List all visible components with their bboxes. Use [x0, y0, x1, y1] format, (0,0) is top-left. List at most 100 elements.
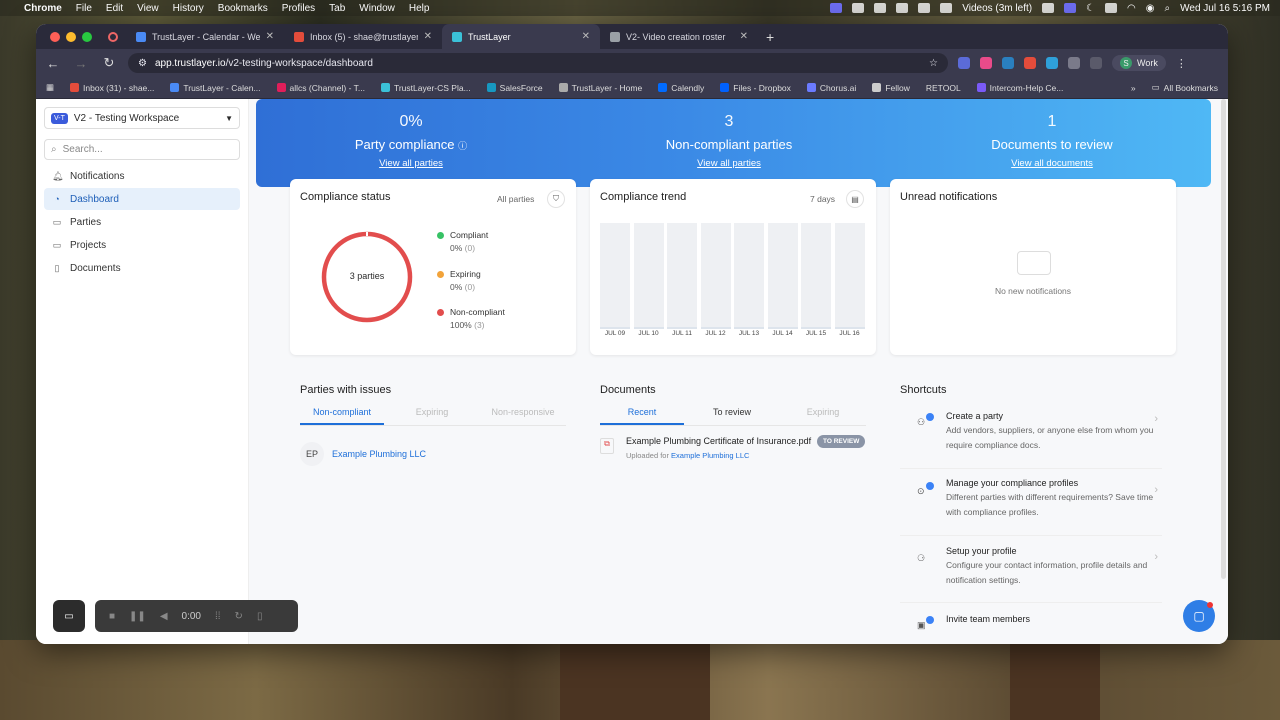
parties-filter-label[interactable]: All parties	[497, 194, 534, 204]
browser-tab[interactable]: TrustLayer - Calendar - Week ✕	[126, 24, 284, 49]
bookmark-star-icon[interactable]: ☆	[929, 58, 938, 69]
battery-icon[interactable]	[1105, 3, 1118, 13]
bookmark-item[interactable]: TrustLayer - Home	[558, 83, 642, 93]
kebab-menu-icon[interactable]: ⋮	[1176, 57, 1187, 70]
view-all-parties-link[interactable]: View all parties	[599, 158, 859, 169]
tab-non-responsive[interactable]: Non-responsive	[480, 407, 566, 425]
browser-tab-active[interactable]: TrustLayer ✕	[442, 24, 600, 49]
menubar-app-icon[interactable]	[896, 3, 909, 13]
party-row[interactable]: EP Example Plumbing LLC	[300, 442, 426, 466]
pause-icon[interactable]: ❚❚	[129, 611, 146, 622]
more-bookmarks-icon[interactable]: »	[1131, 83, 1136, 93]
party-link[interactable]: Example Plumbing LLC	[671, 451, 749, 460]
bookmark-item[interactable]: SalesForce	[486, 83, 543, 93]
all-bookmarks-button[interactable]: ▭ All Bookmarks	[1152, 82, 1218, 93]
browser-tab[interactable]: V2- Video creation roster ✕	[600, 24, 758, 49]
menu-view[interactable]: View	[137, 3, 159, 14]
shortcut-create-party[interactable]: ⚇ Create a party Add vendors, suppliers,…	[900, 403, 1162, 469]
scrollbar[interactable]	[1221, 99, 1226, 579]
trend-bar[interactable]	[834, 223, 865, 329]
sidebar-item-documents[interactable]: ▯ Documents	[44, 257, 240, 279]
trend-bar[interactable]	[767, 223, 798, 329]
document-name[interactable]: Example Plumbing Certificate of Insuranc…	[626, 436, 811, 446]
site-info-icon[interactable]: ⚙	[138, 58, 147, 69]
screen-share-icon[interactable]	[830, 3, 843, 13]
extension-icon[interactable]	[980, 57, 992, 69]
calendar-icon[interactable]: ▤	[846, 190, 864, 208]
menu-history[interactable]: History	[173, 3, 204, 14]
trend-bar[interactable]	[633, 223, 664, 329]
trend-bar[interactable]	[801, 223, 831, 329]
view-all-documents-link[interactable]: View all documents	[922, 158, 1182, 169]
extension-icon[interactable]	[1046, 57, 1058, 69]
tab-expiring[interactable]: Expiring	[780, 407, 866, 425]
search-icon[interactable]: ⌕	[1165, 3, 1171, 14]
back-icon[interactable]: ←	[44, 56, 62, 71]
close-tab-icon[interactable]: ✕	[582, 31, 590, 42]
side-panel-icon[interactable]	[1090, 57, 1102, 69]
wifi-icon[interactable]: ◠	[1127, 3, 1136, 14]
menu-bookmarks[interactable]: Bookmarks	[218, 3, 268, 14]
reload-icon[interactable]: ↻	[100, 55, 118, 71]
sidebar-item-notifications[interactable]: 🔔︎ Notifications	[44, 165, 240, 187]
close-tab-icon[interactable]: ✕	[424, 31, 432, 42]
extension-icon[interactable]	[1024, 57, 1036, 69]
view-all-parties-link[interactable]: View all parties	[281, 158, 541, 169]
user-icon[interactable]: ◉	[1146, 3, 1155, 14]
control-center-icon[interactable]	[1064, 3, 1077, 13]
moon-icon[interactable]: ☾	[1086, 3, 1095, 14]
record-icon[interactable]	[108, 31, 118, 42]
menu-window[interactable]: Window	[359, 3, 395, 14]
menu-app-name[interactable]: Chrome	[24, 3, 62, 14]
sidebar-item-parties[interactable]: ▭ Parties	[44, 211, 240, 233]
bookmark-item[interactable]: Chorus.ai	[806, 83, 856, 93]
new-tab-button[interactable]: +	[758, 29, 782, 45]
party-name-link[interactable]: Example Plumbing LLC	[332, 449, 426, 459]
shortcut-setup-profile[interactable]: ⚆ Setup your profile Configure your cont…	[900, 541, 1162, 603]
menu-help[interactable]: Help	[409, 3, 430, 14]
rewind-icon[interactable]: ◀	[160, 611, 168, 622]
forward-icon[interactable]: →	[72, 56, 90, 71]
bookmark-item[interactable]: allcs (Channel) - T...	[276, 83, 365, 93]
menubar-app-icon[interactable]	[918, 3, 931, 13]
trend-bar[interactable]	[667, 223, 697, 329]
menubar-app-icon[interactable]	[1042, 3, 1055, 13]
menu-profiles[interactable]: Profiles	[282, 3, 315, 14]
extensions-puzzle-icon[interactable]	[1068, 57, 1080, 69]
bookmark-item[interactable]: Files - Dropbox	[720, 83, 791, 93]
stop-icon[interactable]: ■	[109, 611, 115, 622]
apps-grid-icon[interactable]: ▦	[46, 82, 54, 93]
bookmark-item[interactable]: Fellow	[872, 83, 910, 93]
shortcut-compliance-profiles[interactable]: ⊙ Manage your compliance profiles Differ…	[900, 474, 1162, 536]
trend-bar[interactable]	[734, 223, 764, 329]
tab-expiring[interactable]: Expiring	[384, 407, 480, 425]
tab-to-review[interactable]: To review	[684, 407, 780, 425]
search-input[interactable]: ⌕ Search...	[44, 139, 240, 160]
range-label[interactable]: 7 days	[810, 194, 835, 204]
bookmark-item[interactable]: TrustLayer - Calen...	[170, 83, 261, 93]
bookmark-item[interactable]: Inbox (31) - shae...	[70, 83, 154, 93]
zoom-window-button[interactable]	[82, 31, 92, 42]
tab-recent[interactable]: Recent	[600, 407, 684, 425]
menubar-app-icon[interactable]	[874, 3, 887, 13]
filter-icon[interactable]: ⛉	[547, 190, 565, 208]
close-tab-icon[interactable]: ✕	[740, 31, 748, 42]
menubar-app-icon[interactable]	[940, 3, 953, 13]
minimize-window-button[interactable]	[66, 31, 76, 42]
shortcut-invite-team[interactable]: ▣ Invite team members	[900, 608, 1162, 644]
extension-icon[interactable]	[958, 57, 970, 69]
grid-icon[interactable]: ⁞⁞	[215, 611, 221, 622]
close-tab-icon[interactable]: ✕	[266, 31, 274, 42]
bookmark-item[interactable]: RETOOL	[926, 83, 961, 93]
bookmark-item[interactable]: Intercom-Help Ce...	[976, 83, 1063, 93]
workspace-switcher[interactable]: V-T V2 - Testing Workspace ▼	[44, 107, 240, 129]
menubar-datetime[interactable]: Wed Jul 16 5:16 PM	[1180, 3, 1270, 14]
trend-bar[interactable]	[700, 223, 731, 329]
sidebar-item-dashboard[interactable]: ◔ Dashboard	[44, 188, 240, 210]
restart-icon[interactable]: ↻	[235, 611, 243, 622]
zoom-icon[interactable]	[852, 3, 865, 13]
info-icon[interactable]: ⓘ	[458, 141, 467, 151]
trend-bar[interactable]	[600, 223, 630, 329]
menu-tab[interactable]: Tab	[329, 3, 345, 14]
address-bar[interactable]: ⚙ app.trustlayer.io/v2-testing-workspace…	[128, 53, 948, 73]
